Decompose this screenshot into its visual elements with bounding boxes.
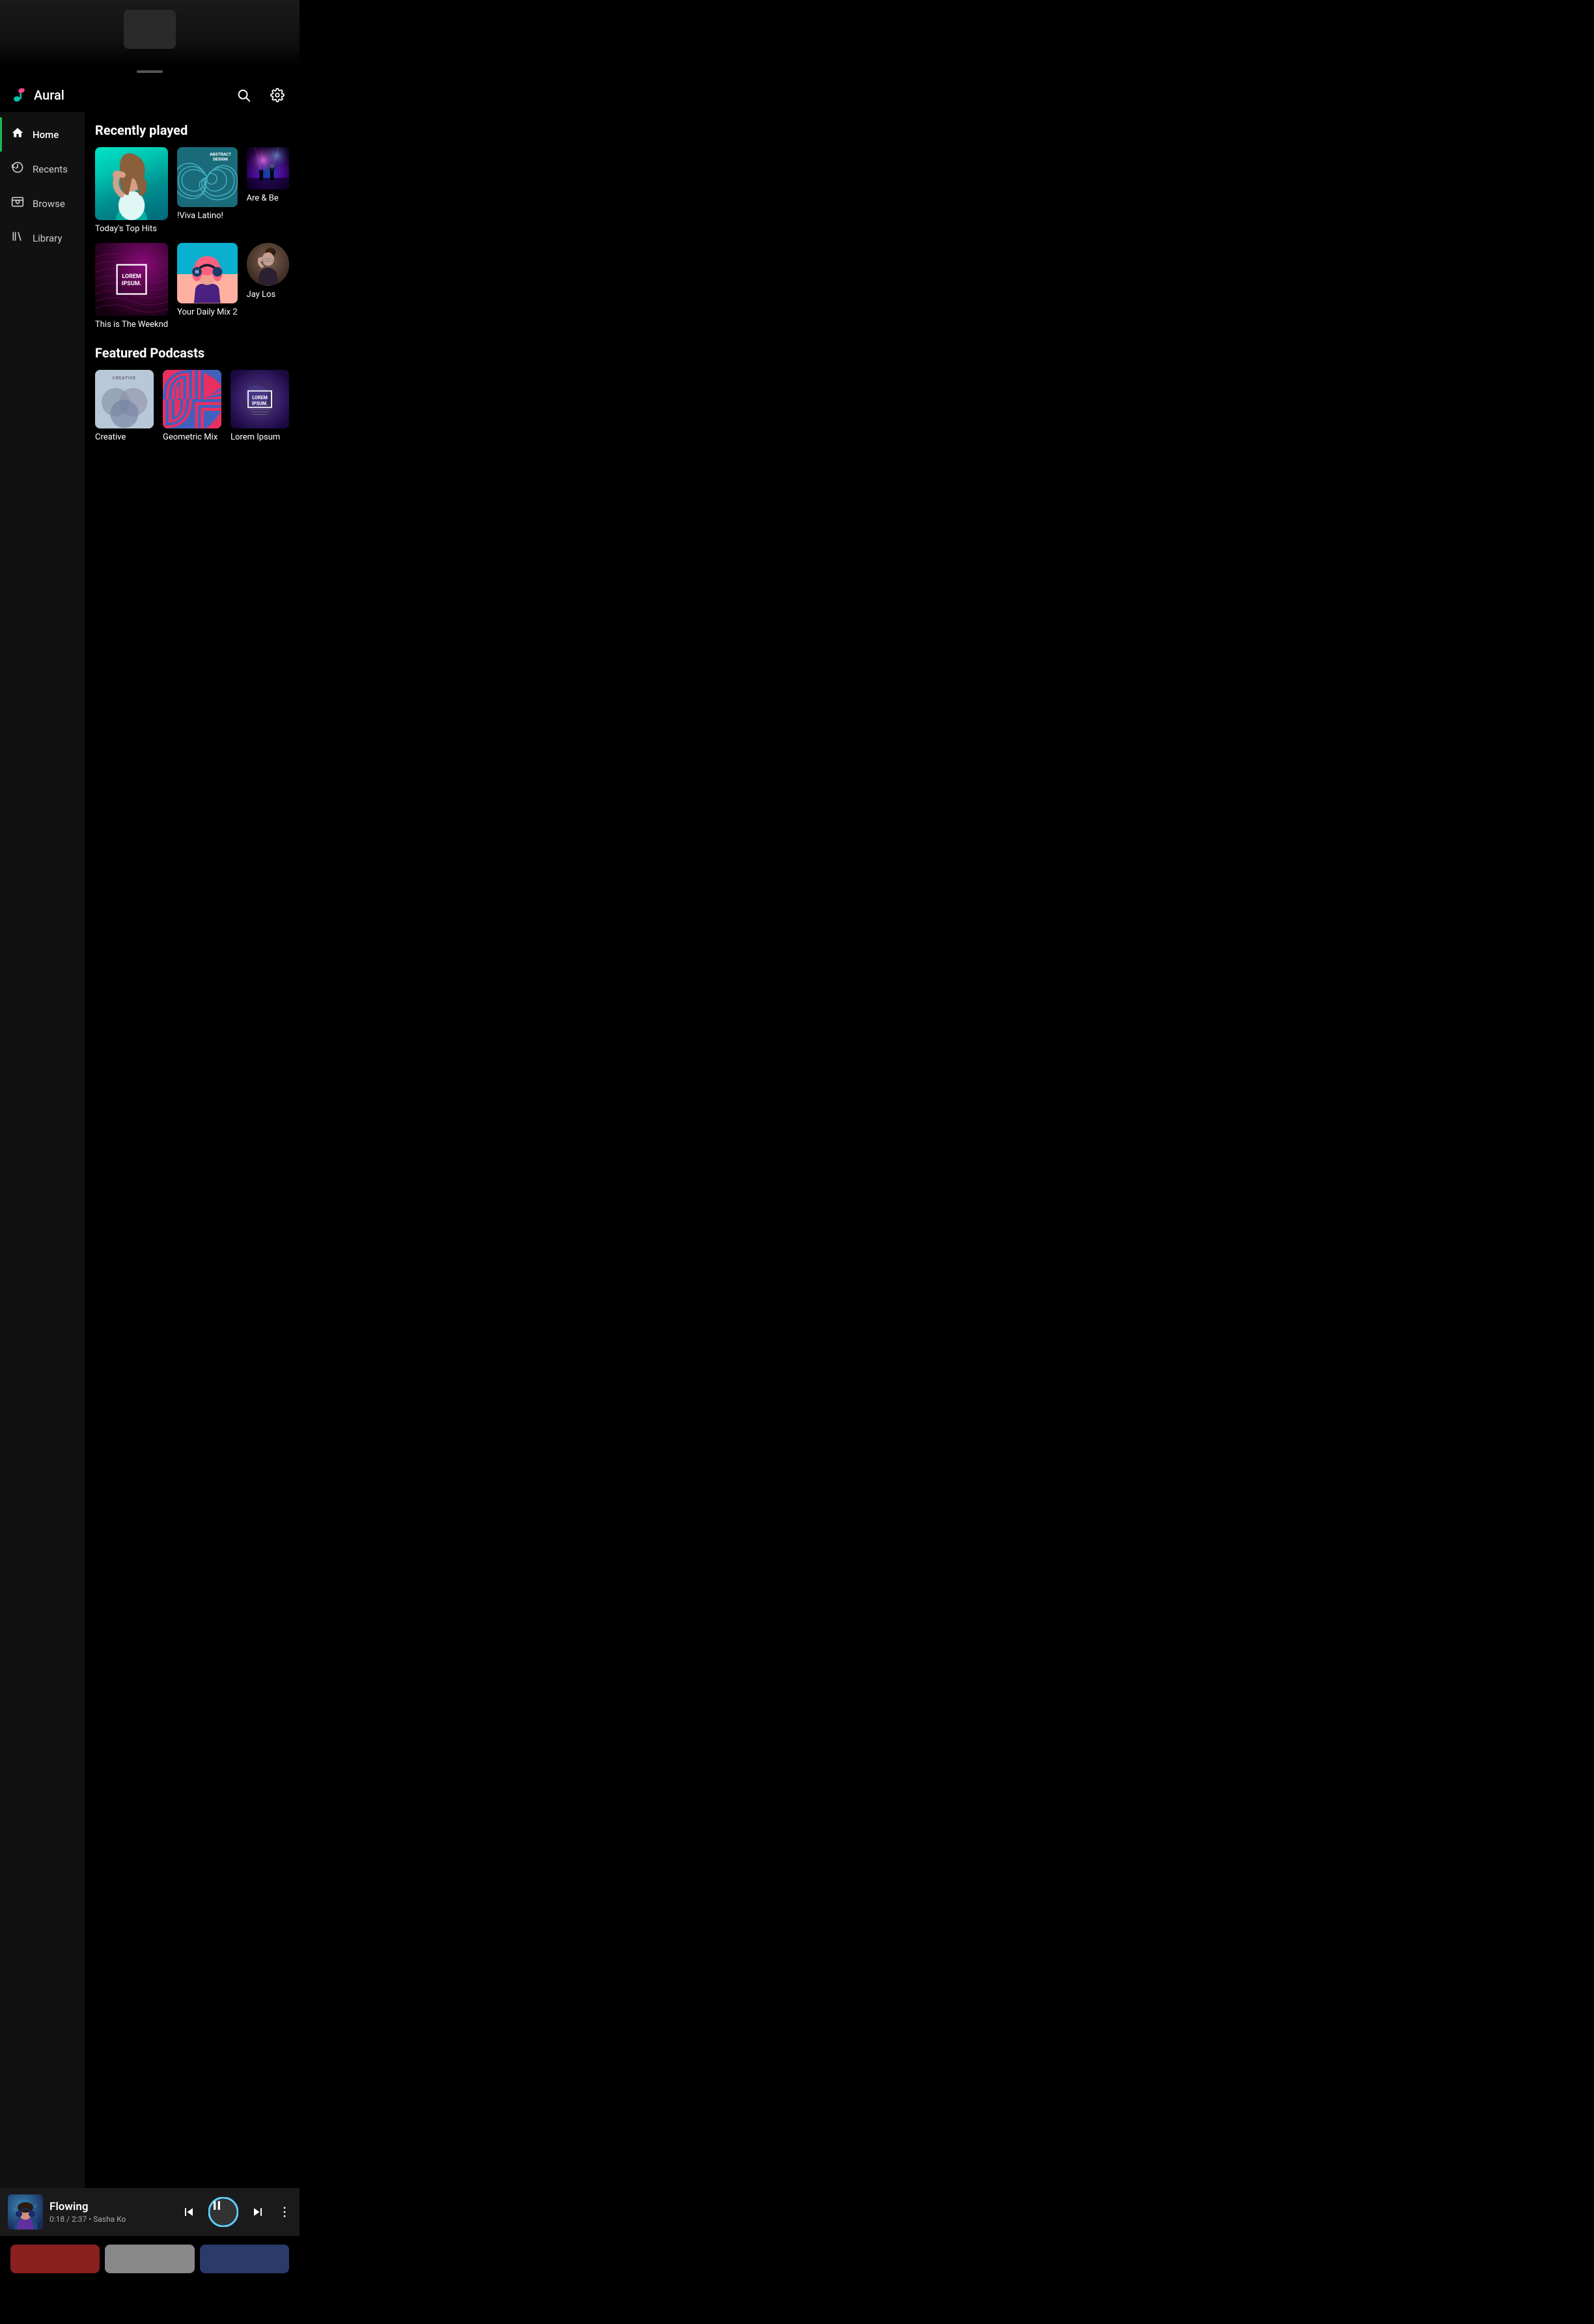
card-image-jay-los bbox=[247, 243, 289, 285]
sidebar-browse-label: Browse bbox=[33, 198, 65, 210]
now-playing-meta: 0:18 / 2:37 • Sasha Ko bbox=[49, 2215, 171, 2224]
featured-podcasts-title: Featured Podcasts bbox=[95, 345, 289, 361]
card-image-weeknd: LOREM IPSUM. bbox=[95, 243, 168, 316]
card-label-viva-latino: !Viva Latino! bbox=[177, 211, 237, 221]
card-label-jay-los: Jay Los bbox=[247, 290, 289, 300]
card-label-daily-mix: Your Daily Mix 2 bbox=[177, 307, 237, 317]
main-layout: Home Recents bbox=[0, 112, 300, 2192]
recents-icon bbox=[10, 161, 25, 177]
header-icons bbox=[232, 83, 289, 107]
now-playing-separator: / bbox=[66, 2215, 72, 2224]
camera-silhouette bbox=[124, 10, 176, 49]
card-label-todays-top-hits: Today's Top Hits bbox=[95, 224, 168, 234]
card-image-creative: CREATIVE bbox=[95, 370, 154, 428]
sidebar-item-home[interactable]: Home bbox=[0, 117, 85, 152]
header: ♪ Aural bbox=[0, 78, 300, 112]
daily-mix-art: H bbox=[177, 243, 237, 303]
library-icon bbox=[10, 230, 25, 246]
pause-icon[interactable] bbox=[210, 2199, 236, 2225]
now-playing-info: Flowing 0:18 / 2:37 • Sasha Ko bbox=[49, 2200, 171, 2224]
app-title: Aural bbox=[34, 87, 64, 103]
card-geometric-podcast[interactable]: Geometric Mix bbox=[163, 370, 221, 442]
svg-text:CREATIVE: CREATIVE bbox=[113, 376, 136, 381]
svg-text:♪: ♪ bbox=[34, 2203, 36, 2209]
are-be-art bbox=[247, 147, 289, 189]
card-image-daily-mix: H bbox=[177, 243, 237, 303]
svg-text:LOREM: LOREM bbox=[252, 395, 268, 400]
jay-los-art bbox=[247, 243, 289, 285]
tab-pill-1[interactable] bbox=[10, 2245, 100, 2273]
card-image-lorem: LOREM IPSUM. bbox=[231, 370, 289, 428]
sidebar-recents-label: Recents bbox=[33, 163, 68, 175]
card-viva-latino[interactable]: ABSTRACT DESIGN !Viva Latino! bbox=[177, 147, 237, 234]
app-container: ♪ Aural bbox=[0, 65, 300, 2324]
more-options-button[interactable] bbox=[277, 2205, 292, 2219]
tab-pill-3[interactable] bbox=[200, 2245, 289, 2273]
featured-podcasts-section: Featured Podcasts bbox=[95, 345, 289, 442]
camera-area bbox=[0, 0, 300, 65]
sidebar-library-label: Library bbox=[33, 232, 62, 244]
card-are-and-be[interactable]: Are & Be bbox=[247, 147, 289, 234]
svg-text:H: H bbox=[195, 269, 199, 275]
sidebar-home-label: Home bbox=[33, 129, 59, 141]
now-playing-bar: ♪ ♫ Flowing 0:18 / 2:37 • Sasha Ko bbox=[0, 2188, 300, 2236]
card-image-are-and-be bbox=[247, 147, 289, 189]
card-todays-top-hits[interactable]: Today's Top Hits bbox=[95, 147, 168, 234]
now-playing-artwork: ♪ ♫ bbox=[8, 2194, 43, 2230]
home-icon bbox=[10, 126, 25, 143]
card-label-lorem: Lorem Ipsum bbox=[231, 432, 289, 442]
weeknd-art: LOREM IPSUM. bbox=[95, 243, 168, 316]
tab-pill-2[interactable] bbox=[105, 2245, 194, 2273]
sidebar-item-library[interactable]: Library bbox=[0, 221, 85, 255]
card-image-geometric bbox=[163, 370, 221, 428]
now-playing-total-time: 2:37 bbox=[72, 2215, 87, 2224]
lorem-art: LOREM IPSUM. bbox=[231, 370, 289, 428]
featured-podcasts-grid: CREATIVE Creative bbox=[95, 370, 289, 442]
play-pause-button-wrapper[interactable] bbox=[208, 2197, 238, 2227]
card-this-is-weeknd[interactable]: LOREM IPSUM. This is The Weeknd bbox=[95, 243, 168, 329]
recently-played-title: Recently played bbox=[95, 122, 289, 138]
search-button[interactable] bbox=[232, 83, 255, 107]
svg-text:IPSUM.: IPSUM. bbox=[122, 281, 141, 287]
card-image-viva-latino: ABSTRACT DESIGN bbox=[177, 147, 237, 207]
svg-text:♫: ♫ bbox=[13, 2207, 16, 2212]
skip-back-button[interactable] bbox=[177, 2200, 201, 2224]
viva-latino-art: ABSTRACT DESIGN bbox=[177, 147, 237, 207]
now-playing-controls bbox=[177, 2197, 292, 2227]
recently-played-section: Recently played bbox=[95, 122, 289, 329]
app-logo-icon: ♪ bbox=[10, 86, 29, 104]
card-creative-podcast[interactable]: CREATIVE Creative bbox=[95, 370, 154, 442]
card-label-creative: Creative bbox=[95, 432, 154, 442]
now-playing-title: Flowing bbox=[49, 2200, 171, 2213]
skip-forward-button[interactable] bbox=[246, 2200, 270, 2224]
card-label-are-and-be: Are & Be bbox=[247, 193, 289, 203]
svg-text:LOREM: LOREM bbox=[122, 273, 141, 280]
card-jay-los[interactable]: Jay Los bbox=[247, 243, 289, 329]
sidebar-item-recents[interactable]: Recents bbox=[0, 152, 85, 186]
card-daily-mix-2[interactable]: H Your Daily Mix 2 bbox=[177, 243, 237, 329]
settings-button[interactable] bbox=[266, 83, 289, 107]
svg-text:♪: ♪ bbox=[12, 88, 19, 104]
recently-played-grid: Today's Top Hits bbox=[95, 147, 289, 329]
svg-text:DESIGN: DESIGN bbox=[213, 156, 228, 161]
now-playing-current-time: 0:18 bbox=[49, 2215, 64, 2224]
bottom-tabs bbox=[0, 2239, 300, 2278]
drag-handle-bar bbox=[137, 70, 163, 73]
todays-hits-art bbox=[95, 147, 168, 220]
creative-art: CREATIVE bbox=[95, 370, 154, 428]
card-lorem-ipsum-podcast[interactable]: LOREM IPSUM. Lorem Ipsum bbox=[231, 370, 289, 442]
browse-icon bbox=[10, 195, 25, 212]
drag-handle[interactable] bbox=[0, 65, 300, 78]
content-area: Recently played bbox=[85, 112, 300, 2192]
logo-area: ♪ Aural bbox=[10, 86, 232, 104]
now-playing-artist: Sasha Ko bbox=[93, 2215, 126, 2224]
sidebar: Home Recents bbox=[0, 112, 85, 2192]
card-label-weeknd: This is The Weeknd bbox=[95, 320, 168, 329]
sidebar-item-browse[interactable]: Browse bbox=[0, 186, 85, 221]
card-image-todays-top-hits bbox=[95, 147, 168, 220]
svg-text:IPSUM.: IPSUM. bbox=[252, 400, 268, 406]
card-label-geometric: Geometric Mix bbox=[163, 432, 221, 442]
